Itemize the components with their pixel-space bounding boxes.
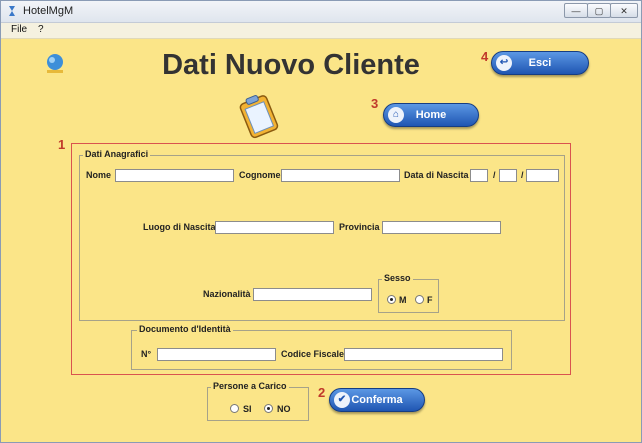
minimize-button[interactable]: — [564, 3, 588, 18]
marker-esci: 4 [481, 49, 489, 64]
sesso-group: Sesso M F [378, 273, 439, 313]
persone-no-radio[interactable] [264, 404, 273, 413]
sesso-legend: Sesso [382, 273, 413, 283]
luogo-nascita-field[interactable] [215, 221, 334, 234]
title-bar[interactable]: HotelMgM — ▢ ✕ [1, 1, 641, 23]
codice-fiscale-label: Codice Fiscale [281, 349, 345, 359]
nazionalita-field[interactable] [253, 288, 372, 301]
nascita-mese-field[interactable] [499, 169, 517, 182]
sesso-m-radio[interactable] [387, 295, 396, 304]
close-button[interactable]: ✕ [610, 3, 638, 18]
nome-label: Nome [86, 170, 112, 180]
page-title: Dati Nuovo Cliente [162, 49, 420, 81]
provincia-field[interactable] [382, 221, 501, 234]
window-title: HotelMgM [23, 5, 74, 17]
codice-fiscale-field[interactable] [344, 348, 503, 361]
esci-label: Esci [528, 57, 552, 69]
persone-a-carico-group: Persone a Carico SI NO [207, 381, 309, 421]
menu-help[interactable]: ? [38, 24, 44, 35]
persone-a-carico-legend: Persone a Carico [211, 381, 289, 391]
cognome-field[interactable] [281, 169, 400, 182]
esci-button[interactable]: ↩ Esci [491, 51, 589, 75]
luogo-nascita-label: Luogo di Nascita [143, 222, 216, 232]
cognome-label: Cognome [239, 170, 281, 180]
numero-documento-field[interactable] [157, 348, 276, 361]
data-nascita-label: Data di Nascita [404, 170, 469, 180]
dati-anagrafici-group: Dati Anagrafici Nome Cognome Data di Nas… [79, 149, 565, 321]
numero-documento-label: N° [141, 349, 152, 359]
app-icon [9, 6, 15, 16]
client-data-highlight: Dati Anagrafici Nome Cognome Data di Nas… [71, 143, 571, 375]
marker-anagrafici: 1 [58, 137, 66, 152]
menu-bar: File ? [1, 23, 641, 39]
home-button[interactable]: ⌂ Home [383, 103, 479, 127]
home-label: Home [415, 109, 447, 121]
nascita-giorno-field[interactable] [470, 169, 488, 182]
documento-identita-legend: Documento d'Identità [137, 324, 233, 334]
hotel-logo-icon [47, 54, 63, 73]
marker-home: 3 [371, 96, 379, 111]
conferma-button[interactable]: ✔ Conferma [329, 388, 425, 412]
maximize-button[interactable]: ▢ [587, 3, 611, 18]
date-separator: / [493, 170, 496, 180]
nazionalita-label: Nazionalità [203, 289, 251, 299]
sesso-f-label: F [427, 295, 433, 305]
date-separator: / [521, 170, 524, 180]
main-panel: Dati Nuovo Cliente 4 ↩ Esci 3 ⌂ Home 1 D… [1, 39, 641, 442]
nascita-anno-field[interactable] [526, 169, 559, 182]
app-window: HotelMgM — ▢ ✕ File ? Dati Nuovo Cliente… [0, 0, 642, 443]
menu-file[interactable]: File [11, 24, 27, 35]
provincia-label: Provincia [339, 222, 380, 232]
sesso-f-radio[interactable] [415, 295, 424, 304]
conferma-label: Conferma [351, 394, 403, 406]
dati-anagrafici-legend: Dati Anagrafici [83, 149, 151, 159]
persone-si-label: SI [243, 404, 252, 414]
documento-identita-group: Documento d'Identità N° Codice Fiscale [131, 324, 512, 370]
persone-no-label: NO [277, 404, 291, 414]
marker-conferma: 2 [318, 385, 326, 400]
persone-si-radio[interactable] [230, 404, 239, 413]
nome-field[interactable] [115, 169, 234, 182]
sesso-m-label: M [399, 295, 407, 305]
clipboard-icon [239, 95, 279, 139]
